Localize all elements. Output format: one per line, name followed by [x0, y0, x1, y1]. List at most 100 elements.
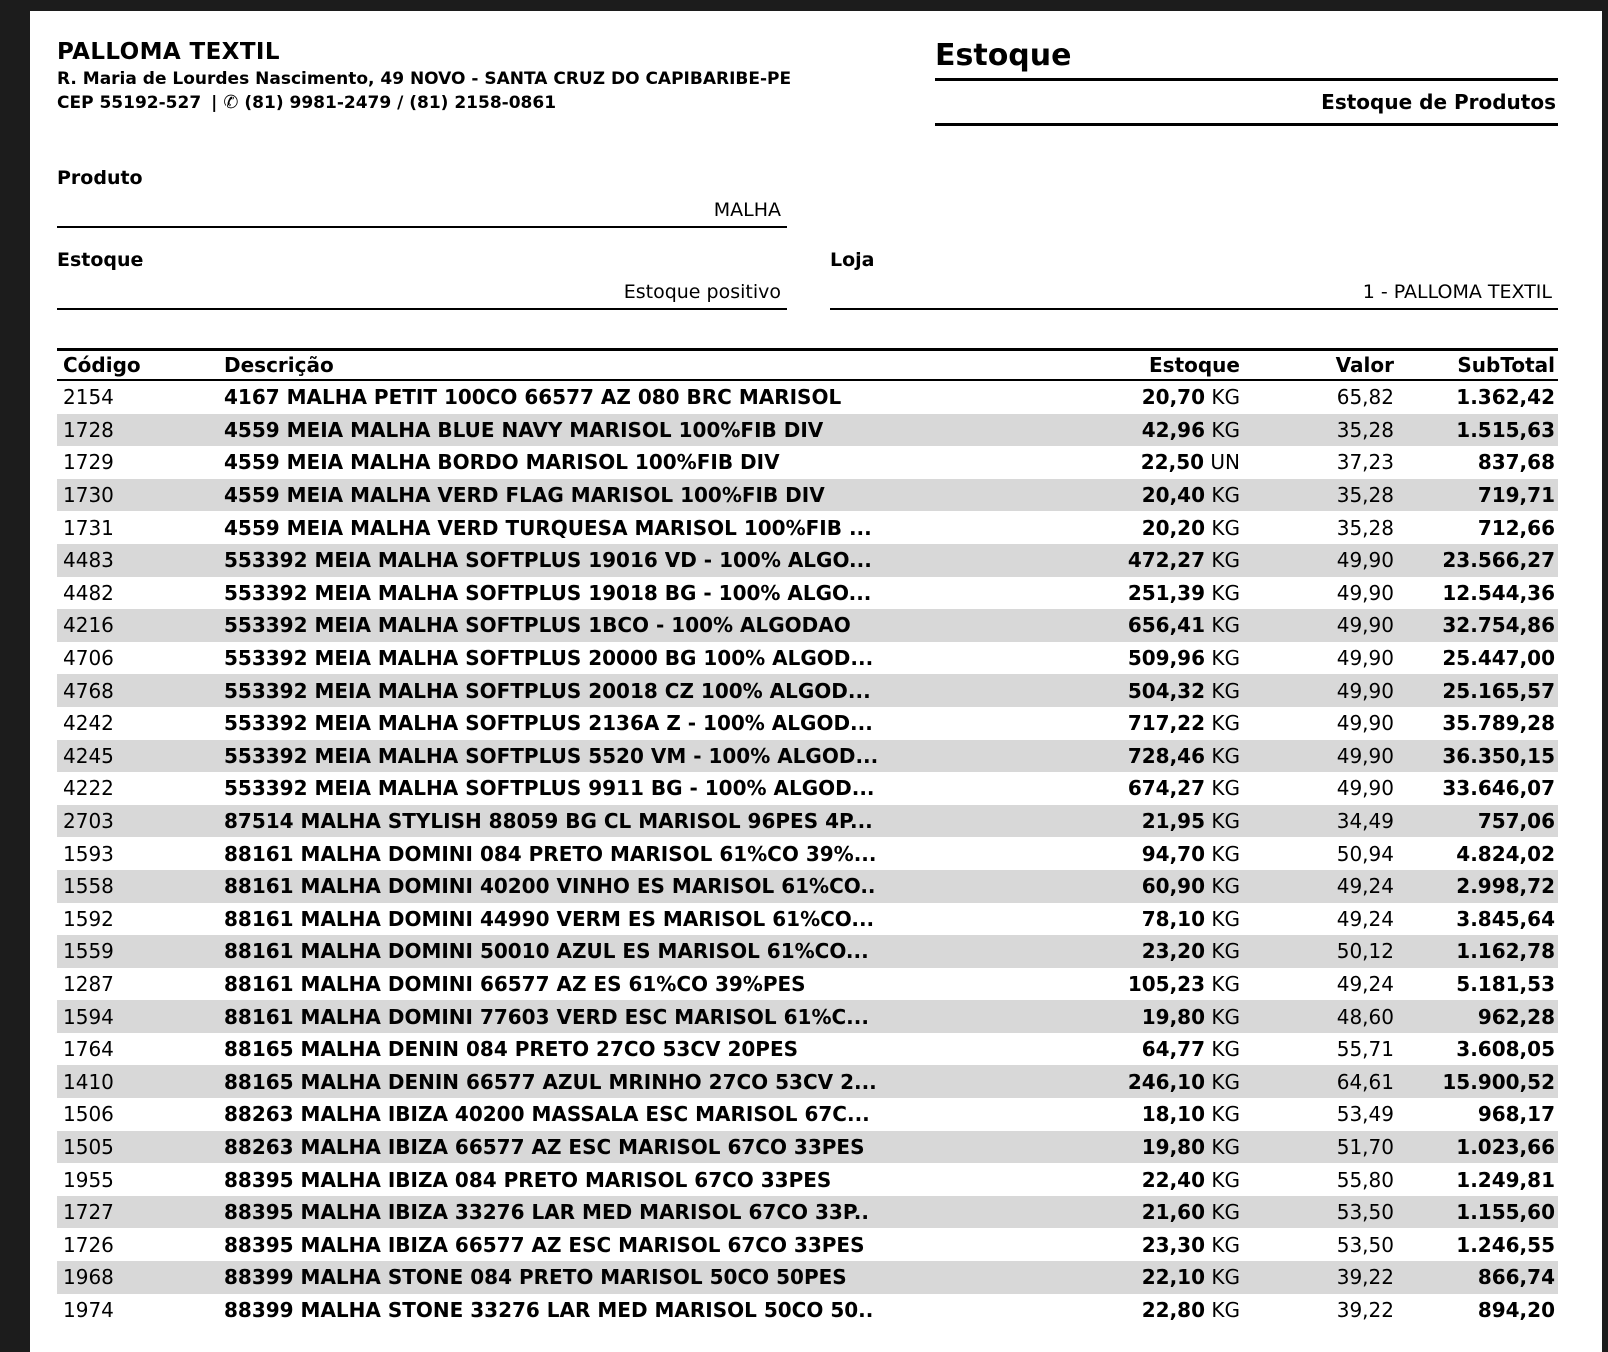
stock-unit: KG [1211, 1037, 1240, 1061]
cell-description: 88399 MALHA STONE 084 PRETO MARISOL 50CO… [224, 1265, 1030, 1289]
cell-value: 35,28 [1240, 483, 1394, 507]
cell-stock: 78,10 KG [1030, 907, 1240, 931]
cell-subtotal: 23.566,27 [1394, 548, 1558, 572]
column-header-description: Descrição [224, 353, 1030, 377]
stock-unit: KG [1211, 1168, 1240, 1192]
cell-stock: 717,22 KG [1030, 711, 1240, 735]
table-row: 1729 4559 MEIA MALHA BORDO MARISOL 100%F… [57, 446, 1558, 479]
table-row: 1764 88165 MALHA DENIN 084 PRETO 27CO 53… [57, 1033, 1558, 1066]
cell-stock: 94,70 KG [1030, 842, 1240, 866]
column-header-code: Código [57, 353, 224, 377]
stock-quantity: 20,70 [1142, 385, 1205, 409]
cell-stock: 674,27 KG [1030, 776, 1240, 800]
filters-row: Estoque Estoque positivo Loja 1 - PALLOM… [57, 248, 1558, 310]
cell-stock: 19,80 KG [1030, 1135, 1240, 1159]
cell-value: 53,50 [1240, 1200, 1394, 1224]
cell-code: 1410 [57, 1070, 224, 1094]
stock-quantity: 78,10 [1142, 907, 1205, 931]
cell-code: 1729 [57, 450, 224, 474]
stock-quantity: 20,20 [1142, 516, 1205, 540]
stock-unit: UN [1210, 450, 1240, 474]
cell-code: 1505 [57, 1135, 224, 1159]
stock-quantity: 18,10 [1142, 1102, 1205, 1126]
cell-value: 51,70 [1240, 1135, 1394, 1159]
stock-quantity: 105,23 [1128, 972, 1205, 996]
table-row: 4483 553392 MEIA MALHA SOFTPLUS 19016 VD… [57, 544, 1558, 577]
cell-value: 39,22 [1240, 1265, 1394, 1289]
stock-quantity: 22,80 [1142, 1298, 1205, 1322]
stock-quantity: 717,22 [1128, 711, 1205, 735]
cell-value: 48,60 [1240, 1005, 1394, 1029]
company-phones: (81) 9981-2479 / (81) 2158-0861 [244, 93, 556, 113]
cell-subtotal: 25.447,00 [1394, 646, 1558, 670]
cell-code: 4768 [57, 679, 224, 703]
stock-quantity: 21,95 [1142, 809, 1205, 833]
stock-unit: KG [1211, 548, 1240, 572]
stock-quantity: 23,30 [1142, 1233, 1205, 1257]
cell-code: 1593 [57, 842, 224, 866]
company-contact-line: CEP 55192-527|✆ (81) 9981-2479 / (81) 21… [57, 92, 935, 113]
cell-stock: 656,41 KG [1030, 613, 1240, 637]
stock-unit: KG [1211, 1135, 1240, 1159]
filter-loja-value: 1 - PALLOMA TEXTIL [830, 272, 1558, 310]
cell-subtotal: 25.165,57 [1394, 679, 1558, 703]
cell-subtotal: 2.998,72 [1394, 874, 1558, 898]
cell-stock: 246,10 KG [1030, 1070, 1240, 1094]
cell-subtotal: 894,20 [1394, 1298, 1558, 1322]
cell-code: 1728 [57, 418, 224, 442]
stock-table: Código Descrição Estoque Valor SubTotal … [57, 348, 1558, 1326]
table-row: 1410 88165 MALHA DENIN 66577 AZUL MRINHO… [57, 1065, 1558, 1098]
stock-quantity: 472,27 [1128, 548, 1205, 572]
cell-stock: 22,10 KG [1030, 1265, 1240, 1289]
stock-unit: KG [1211, 744, 1240, 768]
cell-code: 2154 [57, 385, 224, 409]
stock-quantity: 251,39 [1128, 581, 1205, 605]
cell-description: 88399 MALHA STONE 33276 LAR MED MARISOL … [224, 1298, 1030, 1322]
table-row: 4216 553392 MEIA MALHA SOFTPLUS 1BCO - 1… [57, 609, 1558, 642]
cell-code: 1764 [57, 1037, 224, 1061]
cell-description: 88395 MALHA IBIZA 66577 AZ ESC MARISOL 6… [224, 1233, 1030, 1257]
table-row: 1593 88161 MALHA DOMINI 084 PRETO MARISO… [57, 837, 1558, 870]
cell-subtotal: 1.246,55 [1394, 1233, 1558, 1257]
cell-code: 1968 [57, 1265, 224, 1289]
report-title: Estoque [935, 37, 1558, 81]
stock-quantity: 504,32 [1128, 679, 1205, 703]
cell-subtotal: 968,17 [1394, 1102, 1558, 1126]
cell-description: 553392 MEIA MALHA SOFTPLUS 19016 VD - 10… [224, 548, 1030, 572]
stock-quantity: 19,80 [1142, 1135, 1205, 1159]
cell-value: 65,82 [1240, 385, 1394, 409]
cell-description: 553392 MEIA MALHA SOFTPLUS 9911 BG - 100… [224, 776, 1030, 800]
cell-code: 1592 [57, 907, 224, 931]
cell-value: 55,80 [1240, 1168, 1394, 1192]
cell-stock: 509,96 KG [1030, 646, 1240, 670]
cell-subtotal: 1.515,63 [1394, 418, 1558, 442]
cell-description: 88161 MALHA DOMINI 66577 AZ ES 61%CO 39%… [224, 972, 1030, 996]
cell-subtotal: 15.900,52 [1394, 1070, 1558, 1094]
cell-stock: 60,90 KG [1030, 874, 1240, 898]
cell-stock: 20,40 KG [1030, 483, 1240, 507]
stock-quantity: 246,10 [1128, 1070, 1205, 1094]
stock-unit: KG [1211, 776, 1240, 800]
cell-description: 4559 MEIA MALHA BLUE NAVY MARISOL 100%FI… [224, 418, 1030, 442]
cell-value: 53,49 [1240, 1102, 1394, 1126]
cell-description: 4559 MEIA MALHA BORDO MARISOL 100%FIB DI… [224, 450, 1030, 474]
cell-value: 49,90 [1240, 711, 1394, 735]
cell-stock: 19,80 KG [1030, 1005, 1240, 1029]
cell-stock: 504,32 KG [1030, 679, 1240, 703]
filter-estoque-label: Estoque [57, 248, 787, 272]
cell-subtotal: 5.181,53 [1394, 972, 1558, 996]
filter-produto: Produto MALHA [57, 166, 787, 228]
cell-subtotal: 33.646,07 [1394, 776, 1558, 800]
cell-description: 553392 MEIA MALHA SOFTPLUS 1BCO - 100% A… [224, 613, 1030, 637]
stock-quantity: 22,10 [1142, 1265, 1205, 1289]
cell-value: 49,90 [1240, 646, 1394, 670]
report-header: PALLOMA TEXTIL R. Maria de Lourdes Nasci… [57, 37, 1558, 126]
stock-quantity: 20,40 [1142, 483, 1205, 507]
cell-subtotal: 1.249,81 [1394, 1168, 1558, 1192]
stock-quantity: 64,77 [1142, 1037, 1205, 1061]
cell-subtotal: 36.350,15 [1394, 744, 1558, 768]
filter-loja-label: Loja [830, 248, 1558, 272]
cell-value: 49,24 [1240, 907, 1394, 931]
table-row: 1727 88395 MALHA IBIZA 33276 LAR MED MAR… [57, 1196, 1558, 1229]
stock-quantity: 19,80 [1142, 1005, 1205, 1029]
